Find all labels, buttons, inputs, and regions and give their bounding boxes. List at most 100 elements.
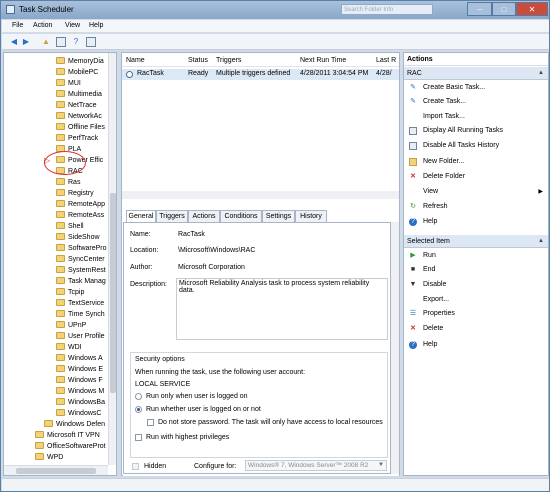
close-button[interactable]: ✕	[516, 2, 548, 16]
tree-folder-item[interactable]: Time Synch	[56, 310, 105, 320]
help-action[interactable]: ? Help	[404, 216, 548, 228]
import-task-action[interactable]: Import Task...	[404, 111, 548, 123]
tree-hscroll-thumb[interactable]	[16, 468, 96, 474]
new-folder-action[interactable]: New Folder...	[404, 156, 548, 168]
tree-folder-item[interactable]: WindowsC	[56, 409, 101, 419]
tree-folder-item[interactable]: Offline Files	[56, 123, 105, 133]
create-basic-task-action[interactable]: ✎ Create Basic Task...	[404, 82, 548, 94]
tree-folder-item[interactable]: Ras	[56, 178, 80, 188]
tree-folder-item[interactable]: NetTrace	[56, 101, 97, 111]
help-selected-action[interactable]: ? Help	[404, 339, 548, 351]
help-toolbar-icon[interactable]: ?	[71, 37, 81, 47]
tab-settings[interactable]: Settings	[262, 210, 295, 222]
task-row[interactable]: RacTask Ready Multiple triggers defined …	[122, 69, 399, 80]
selected-item-header[interactable]: Selected Item ▲	[404, 235, 548, 248]
no-store-password-checkbox[interactable]	[147, 419, 154, 426]
tree-folder-item[interactable]: MemoryDia	[56, 57, 104, 67]
tree-folder-item[interactable]: WindowsBa	[56, 398, 105, 408]
menu-bar: File Action View Help	[2, 20, 549, 33]
tree-folder-item[interactable]: Task Manag	[56, 277, 106, 287]
collapse-arrow-icon[interactable]: ▲	[538, 67, 544, 80]
tree-folder-item[interactable]: RemoteApp	[56, 200, 105, 210]
run-action[interactable]: ▶ Run	[404, 250, 548, 262]
tree-folder-item[interactable]: Shell	[56, 222, 84, 232]
tree-folder-item[interactable]: Microsoft IT VPN	[35, 431, 100, 441]
up-folder-icon[interactable]: ▲	[41, 37, 51, 47]
tree-folder-item[interactable]: MobilePC	[56, 68, 98, 78]
tree-folder-item[interactable]: PerfTrack	[56, 134, 98, 144]
export-action[interactable]: Export...	[404, 294, 548, 306]
tree-folder-item[interactable]: User Profile	[56, 332, 105, 342]
delete-action[interactable]: ✕ Delete	[404, 323, 548, 335]
tree-folder-item[interactable]: SideShow	[56, 233, 100, 243]
run-logged-on-radio[interactable]	[135, 393, 142, 400]
author-value[interactable]: Microsoft Corporation	[178, 264, 245, 271]
hidden-checkbox[interactable]	[132, 463, 139, 470]
tree-folder-item[interactable]: NetworkAc	[56, 112, 102, 122]
collapse-arrow-icon[interactable]: ▲	[538, 235, 544, 248]
configure-select[interactable]: Windows® 7, Windows Server™ 2008 R2 ▼	[245, 460, 387, 471]
menu-file[interactable]: File	[12, 22, 23, 29]
tree-folder-item[interactable]: Windows F	[56, 376, 103, 386]
maximize-button[interactable]: □	[492, 2, 516, 16]
tree-folder-item[interactable]: WDI	[56, 343, 82, 353]
name-value[interactable]: RacTask	[178, 231, 205, 238]
tree-folder-item[interactable]: Multimedia	[56, 90, 102, 100]
tree-folder-item[interactable]: SystemRest	[56, 266, 106, 276]
expand-arrow-icon[interactable]: ▷	[44, 156, 50, 165]
menu-action[interactable]: Action	[33, 22, 52, 29]
tab-actions[interactable]: Actions	[188, 210, 220, 222]
tab-triggers[interactable]: Triggers	[156, 210, 188, 222]
view-action[interactable]: View ▶	[404, 186, 548, 198]
tree-folder-item[interactable]: Windows E	[56, 365, 103, 375]
display-running-tasks-action[interactable]: Display All Running Tasks	[404, 125, 548, 137]
tree-folder-item[interactable]: WPD	[35, 453, 63, 463]
actions-pane: Actions RAC ▲ ✎ Create Basic Task... ✎ C…	[403, 52, 549, 476]
column-last-run[interactable]: Last R	[376, 57, 396, 64]
tree-vertical-scrollbar[interactable]	[108, 53, 116, 465]
menu-view[interactable]: View	[65, 22, 80, 29]
tree-folder-item[interactable]: UPnP	[56, 321, 86, 331]
tree-folder-item[interactable]: TextService	[56, 299, 104, 309]
tree-folder-item[interactable]: SyncCenter	[56, 255, 105, 265]
disable-action[interactable]: ▼ Disable	[404, 279, 548, 291]
minimize-button[interactable]: –	[467, 2, 492, 16]
column-status[interactable]: Status	[188, 57, 208, 64]
forward-icon[interactable]: ▶	[21, 37, 31, 47]
tree-horizontal-scrollbar[interactable]	[4, 465, 108, 475]
search-input[interactable]: Search Folder Info	[341, 4, 433, 15]
tab-history[interactable]: History	[295, 210, 327, 222]
show-hide-console-tree-icon[interactable]	[56, 37, 66, 47]
app-icon	[6, 5, 15, 14]
task-list-scrollbar[interactable]	[122, 191, 399, 199]
details-scrollbar[interactable]	[391, 222, 399, 474]
tree-folder-item[interactable]: RemoteAss	[56, 211, 104, 221]
rac-section-header[interactable]: RAC ▲	[404, 67, 548, 80]
tree-folder-item[interactable]: Windows M	[56, 387, 104, 397]
tree-folder-item[interactable]: MUI	[56, 79, 81, 89]
back-icon[interactable]: ◀	[9, 37, 19, 47]
show-hide-action-pane-icon[interactable]	[86, 37, 96, 47]
tree-folder-item[interactable]: OfficeSoftwareProt	[35, 442, 106, 452]
tree-folder-item[interactable]: Windows A	[56, 354, 103, 364]
run-whether-radio[interactable]	[135, 406, 142, 413]
tree-folder-item[interactable]: SoftwarePro	[56, 244, 107, 254]
location-value[interactable]: \Microsoft\Windows\RAC	[178, 247, 255, 254]
highest-privileges-checkbox[interactable]	[135, 434, 142, 441]
menu-help[interactable]: Help	[89, 22, 103, 29]
column-name[interactable]: Name	[126, 57, 145, 64]
column-next-run[interactable]: Next Run Time	[300, 57, 346, 64]
column-triggers[interactable]: Triggers	[216, 57, 241, 64]
properties-action[interactable]: ☰ Properties	[404, 308, 548, 320]
create-task-action[interactable]: ✎ Create Task...	[404, 96, 548, 108]
tab-conditions[interactable]: Conditions	[220, 210, 262, 222]
tree-scroll-thumb[interactable]	[110, 193, 116, 393]
tree-folder-item[interactable]: Registry	[56, 189, 94, 199]
tree-folder-item[interactable]: Tcpip	[56, 288, 84, 298]
end-action[interactable]: ■ End	[404, 264, 548, 276]
description-field[interactable]: Microsoft Reliability Analysis task to p…	[176, 278, 388, 340]
refresh-action[interactable]: ↻ Refresh	[404, 201, 548, 213]
disable-history-action[interactable]: Disable All Tasks History	[404, 140, 548, 152]
delete-folder-action[interactable]: ✕ Delete Folder	[404, 171, 548, 183]
tree-folder-item[interactable]: Windows Defen	[44, 420, 105, 430]
